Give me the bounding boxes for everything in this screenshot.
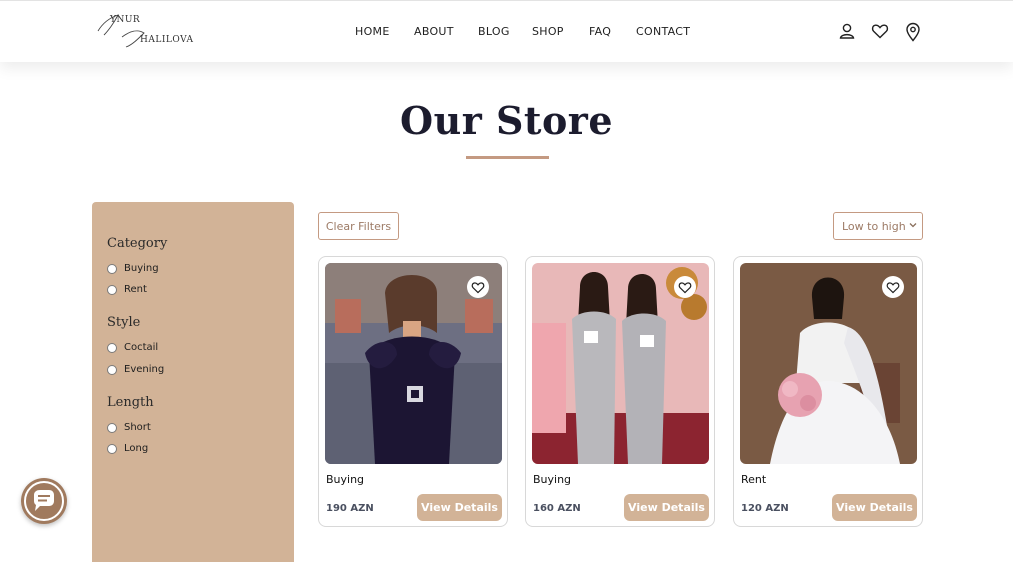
nav-shop[interactable]: SHOP — [532, 25, 564, 38]
radio-button[interactable] — [107, 443, 117, 454]
product-type: Rent — [741, 473, 767, 486]
view-details-button[interactable]: View Details — [417, 494, 502, 521]
product-image[interactable] — [740, 263, 917, 464]
chevron-down-icon — [909, 223, 917, 228]
filter-group-style: Style — [107, 315, 141, 330]
radio-button[interactable] — [107, 263, 117, 274]
view-details-button[interactable]: View Details — [832, 494, 917, 521]
page-title: Our Store — [399, 98, 614, 143]
product-price: 160 AZN — [533, 503, 581, 514]
sort-select[interactable]: Low to high — [833, 212, 923, 240]
filter-group-length: Length — [107, 395, 154, 410]
header-icon-group — [838, 22, 928, 44]
filter-option-coctail[interactable]: Coctail — [107, 342, 158, 353]
filter-group-category: Category — [107, 236, 168, 251]
chat-button[interactable] — [21, 478, 67, 524]
site-header: YNUR HALILOVA HOME ABOUT BLOG SHOP FAQ C… — [0, 0, 1013, 62]
brand-logo[interactable]: YNUR HALILOVA — [96, 11, 206, 51]
clear-filters-button[interactable]: Clear Filters — [318, 212, 399, 240]
title-underline — [466, 156, 549, 159]
product-card[interactable]: Buying 160 AZN View Details — [525, 256, 715, 527]
radio-button[interactable] — [107, 284, 117, 295]
product-price: 120 AZN — [741, 503, 789, 514]
nav-home[interactable]: HOME — [355, 25, 390, 38]
product-price: 190 AZN — [326, 503, 374, 514]
product-card[interactable]: Rent 120 AZN View Details — [733, 256, 923, 527]
product-image[interactable] — [532, 263, 709, 464]
filter-option-label: Coctail — [124, 342, 159, 353]
filter-option-evening[interactable]: Evening — [107, 364, 164, 375]
product-card[interactable]: Buying 190 AZN View Details — [318, 256, 508, 527]
filter-option-buying[interactable]: Buying — [107, 263, 159, 274]
filter-option-long[interactable]: Long — [107, 443, 148, 454]
filter-sidebar: Category Buying Rent Style Coctail Eveni… — [92, 202, 294, 562]
view-details-button[interactable]: View Details — [624, 494, 709, 521]
radio-button[interactable] — [107, 364, 117, 375]
logo-text-line2: HALILOVA — [140, 35, 194, 45]
filter-option-label: Evening — [124, 364, 165, 375]
filter-option-label: Short — [124, 422, 151, 433]
heart-icon[interactable] — [871, 22, 891, 42]
product-type: Buying — [326, 473, 365, 486]
logo-text-line1: YNUR — [110, 15, 141, 25]
favorite-heart-icon[interactable] — [882, 276, 904, 298]
filter-option-label: Rent — [124, 284, 147, 295]
filter-option-label: Long — [124, 443, 149, 454]
product-type: Buying — [533, 473, 572, 486]
nav-blog[interactable]: BLOG — [478, 25, 510, 38]
filter-option-short[interactable]: Short — [107, 422, 151, 433]
favorite-heart-icon[interactable] — [467, 276, 489, 298]
nav-about[interactable]: ABOUT — [414, 25, 454, 38]
radio-button[interactable] — [107, 422, 117, 433]
user-icon[interactable] — [838, 22, 858, 42]
nav-contact[interactable]: CONTACT — [636, 25, 690, 38]
nav-faq[interactable]: FAQ — [589, 25, 611, 38]
filter-option-label: Buying — [124, 263, 159, 274]
chat-bubble-icon — [24, 481, 64, 521]
location-pin-icon[interactable] — [904, 22, 924, 42]
sort-select-value: Low to high — [842, 219, 906, 233]
product-image[interactable] — [325, 263, 502, 464]
favorite-heart-icon[interactable] — [674, 276, 696, 298]
radio-button[interactable] — [107, 342, 117, 353]
filter-option-rent[interactable]: Rent — [107, 284, 147, 295]
